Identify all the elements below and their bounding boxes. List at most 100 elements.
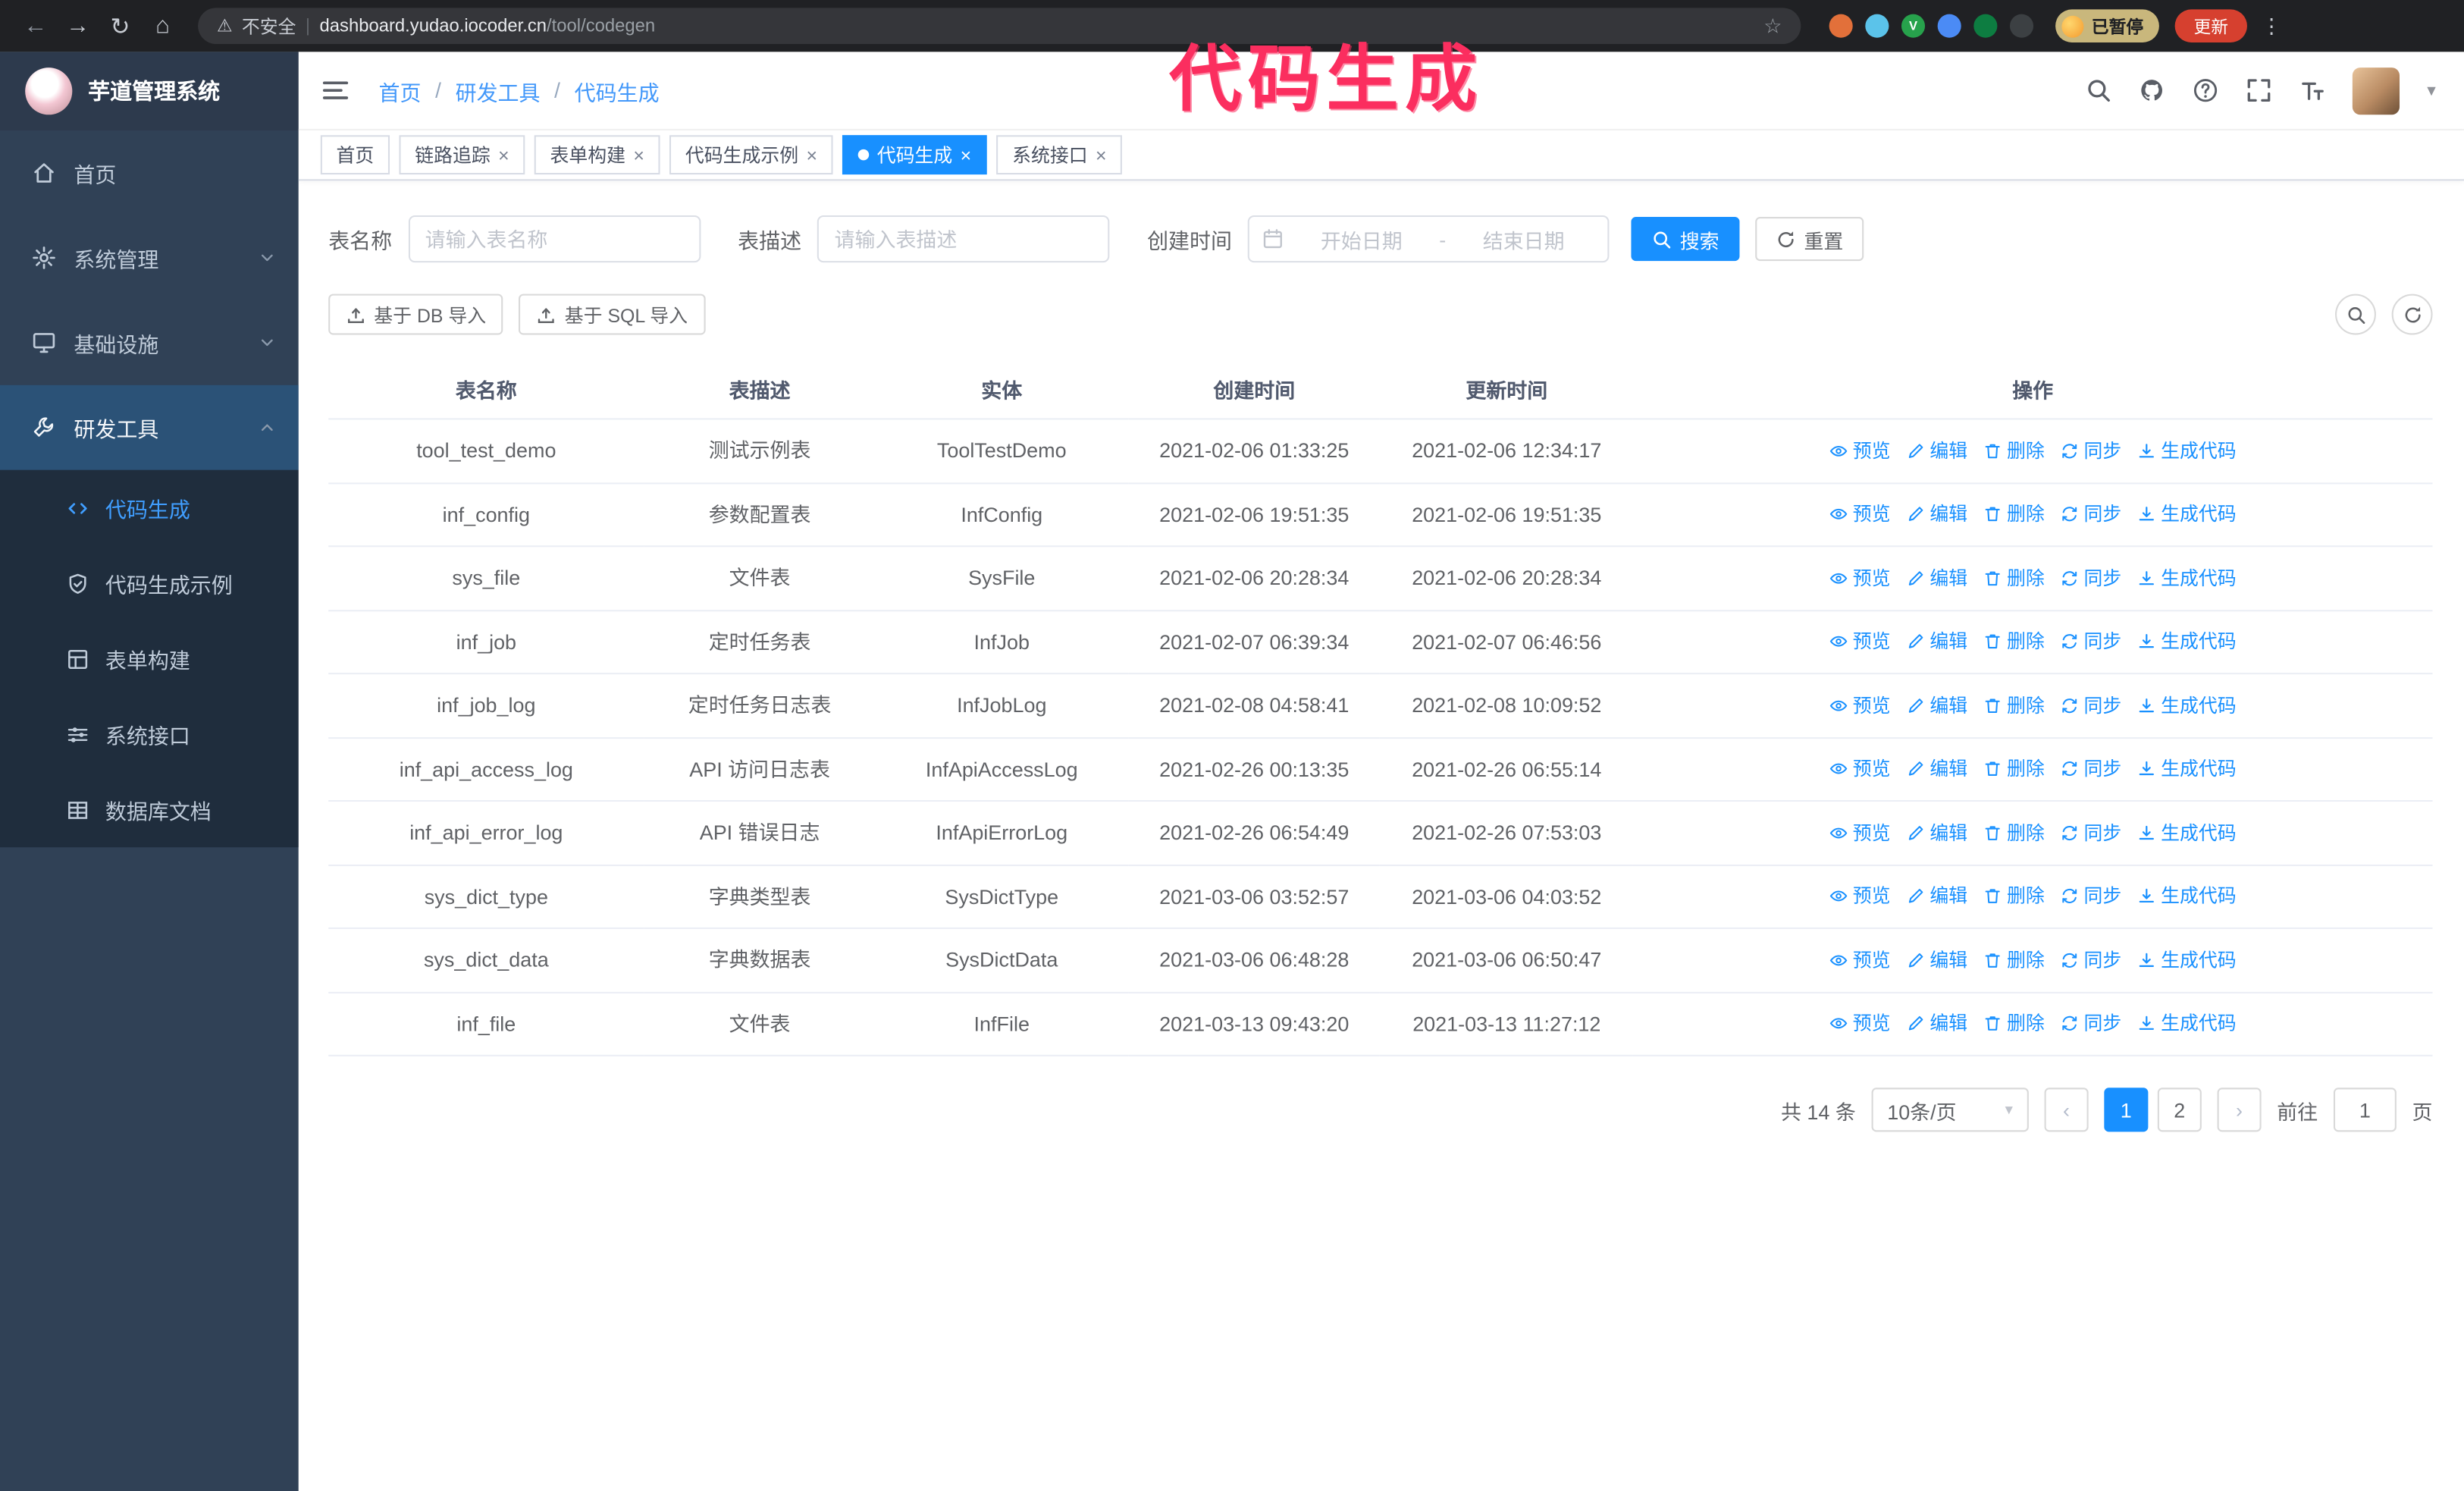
delete-link[interactable]: 删除 [1983,501,2045,529]
edit-link[interactable]: 编辑 [1906,691,1967,719]
sidebar-subitem-example[interactable]: 代码生成示例 [0,545,299,620]
forward-button[interactable]: → [58,6,98,46]
generate-code-link[interactable]: 生成代码 [2137,946,2237,974]
delete-link[interactable]: 删除 [1983,755,2045,783]
tab-close-icon[interactable]: × [1096,146,1107,165]
breadcrumb-item[interactable]: 首页 [379,74,422,105]
bookmark-star-icon[interactable]: ☆ [1763,14,1782,39]
preview-link[interactable]: 预览 [1829,564,1891,592]
delete-link[interactable]: 删除 [1983,882,2045,910]
collapse-sidebar-icon[interactable] [321,75,350,105]
generate-code-link[interactable]: 生成代码 [2137,1009,2237,1037]
preview-link[interactable]: 预览 [1829,437,1891,465]
user-avatar[interactable] [2353,67,2400,115]
help-icon[interactable] [2193,77,2219,104]
edit-link[interactable]: 编辑 [1906,501,1967,529]
extension-icon[interactable]: V [1901,14,1926,38]
paused-badge[interactable]: 已暂停 [2055,9,2159,42]
back-button[interactable]: ← [16,6,55,46]
tab-close-icon[interactable]: × [961,146,972,165]
edit-link[interactable]: 编辑 [1906,1009,1967,1037]
date-range-picker[interactable]: 开始日期 - 结束日期 [1247,215,1610,263]
generate-code-link[interactable]: 生成代码 [2137,501,2237,529]
goto-page-input[interactable] [2333,1088,2397,1132]
generate-code-link[interactable]: 生成代码 [2137,628,2237,656]
delete-link[interactable]: 删除 [1983,946,2045,974]
sidebar-subitem-form[interactable]: 表单构建 [0,621,299,696]
preview-link[interactable]: 预览 [1829,501,1891,529]
tab-item[interactable]: 代码生成示例 × [669,135,833,175]
generate-code-link[interactable]: 生成代码 [2137,755,2237,783]
edit-link[interactable]: 编辑 [1906,882,1967,910]
page-button[interactable]: 1 [2104,1088,2149,1132]
browser-menu-icon[interactable]: ⋮ [2256,14,2286,39]
preview-link[interactable]: 预览 [1829,691,1891,719]
user-menu-caret-icon[interactable]: ▾ [2427,80,2435,101]
sidebar-subitem-api[interactable]: 系统接口 [0,696,299,771]
page-button[interactable]: 2 [2157,1088,2202,1132]
generate-code-link[interactable]: 生成代码 [2137,882,2237,910]
extension-icon[interactable] [1829,14,1853,38]
url-bar[interactable]: ⚠ 不安全 | dashboard.yudao.iocoder.cn/tool/… [198,8,1801,45]
delete-link[interactable]: 删除 [1983,437,2045,465]
breadcrumb-item[interactable]: 研发工具 [456,74,541,105]
tab-item[interactable]: 代码生成 × [842,135,987,175]
sync-link[interactable]: 同步 [2060,1009,2121,1037]
sidebar-item-system[interactable]: 系统管理 [0,215,299,300]
browser-home-button[interactable]: ⌂ [143,6,183,46]
preview-link[interactable]: 预览 [1829,946,1891,974]
delete-link[interactable]: 删除 [1983,1009,2045,1037]
extension-icon[interactable] [2009,14,2034,38]
next-page-button[interactable]: › [2217,1088,2262,1132]
preview-link[interactable]: 预览 [1829,818,1891,846]
tab-item[interactable]: 系统接口 × [996,135,1123,175]
sync-link[interactable]: 同步 [2060,501,2121,529]
edit-link[interactable]: 编辑 [1906,755,1967,783]
sidebar-item-tools[interactable]: 研发工具 [0,385,299,470]
fullscreen-icon[interactable] [2246,77,2273,104]
sync-link[interactable]: 同步 [2060,628,2121,656]
font-size-icon[interactable] [2299,77,2326,104]
tab-close-icon[interactable]: × [498,146,509,165]
extension-icon[interactable] [1937,14,1961,38]
edit-link[interactable]: 编辑 [1906,946,1967,974]
sidebar-subitem-db[interactable]: 数据库文档 [0,772,299,847]
prev-page-button[interactable]: ‹ [2044,1088,2089,1132]
generate-code-link[interactable]: 生成代码 [2137,691,2237,719]
page-size-select[interactable]: 10条/页 ▾ [1871,1088,2029,1132]
edit-link[interactable]: 编辑 [1906,818,1967,846]
search-icon[interactable] [2086,77,2112,104]
github-icon[interactable] [2140,77,2166,104]
sync-link[interactable]: 同步 [2060,755,2121,783]
edit-link[interactable]: 编辑 [1906,564,1967,592]
tab-item[interactable]: 首页 [320,135,390,175]
extension-icon[interactable] [1973,14,1998,38]
reset-button[interactable]: 重置 [1755,217,1864,262]
generate-code-link[interactable]: 生成代码 [2137,818,2237,846]
preview-link[interactable]: 预览 [1829,628,1891,656]
table-desc-input[interactable] [817,215,1110,263]
delete-link[interactable]: 删除 [1983,818,2045,846]
import-db-button[interactable]: 基于 DB 导入 [328,293,503,335]
tab-item[interactable]: 链路追踪 × [399,135,525,175]
preview-link[interactable]: 预览 [1829,882,1891,910]
tab-close-icon[interactable]: × [806,146,817,165]
sync-link[interactable]: 同步 [2060,437,2121,465]
sidebar-item-infra[interactable]: 基础设施 [0,300,299,385]
sync-link[interactable]: 同步 [2060,564,2121,592]
preview-link[interactable]: 预览 [1829,755,1891,783]
sidebar-subitem-code[interactable]: 代码生成 [0,470,299,545]
delete-link[interactable]: 删除 [1983,691,2045,719]
sync-link[interactable]: 同步 [2060,691,2121,719]
generate-code-link[interactable]: 生成代码 [2137,564,2237,592]
table-name-input[interactable] [407,215,701,263]
sync-link[interactable]: 同步 [2060,818,2121,846]
edit-link[interactable]: 编辑 [1906,437,1967,465]
extension-icon[interactable] [1865,14,1889,38]
update-button[interactable]: 更新 [2174,9,2247,42]
delete-link[interactable]: 删除 [1983,564,2045,592]
refresh-table-button[interactable] [2391,293,2433,335]
sync-link[interactable]: 同步 [2060,946,2121,974]
tab-close-icon[interactable]: × [633,146,644,165]
search-button[interactable]: 搜索 [1631,217,1740,262]
